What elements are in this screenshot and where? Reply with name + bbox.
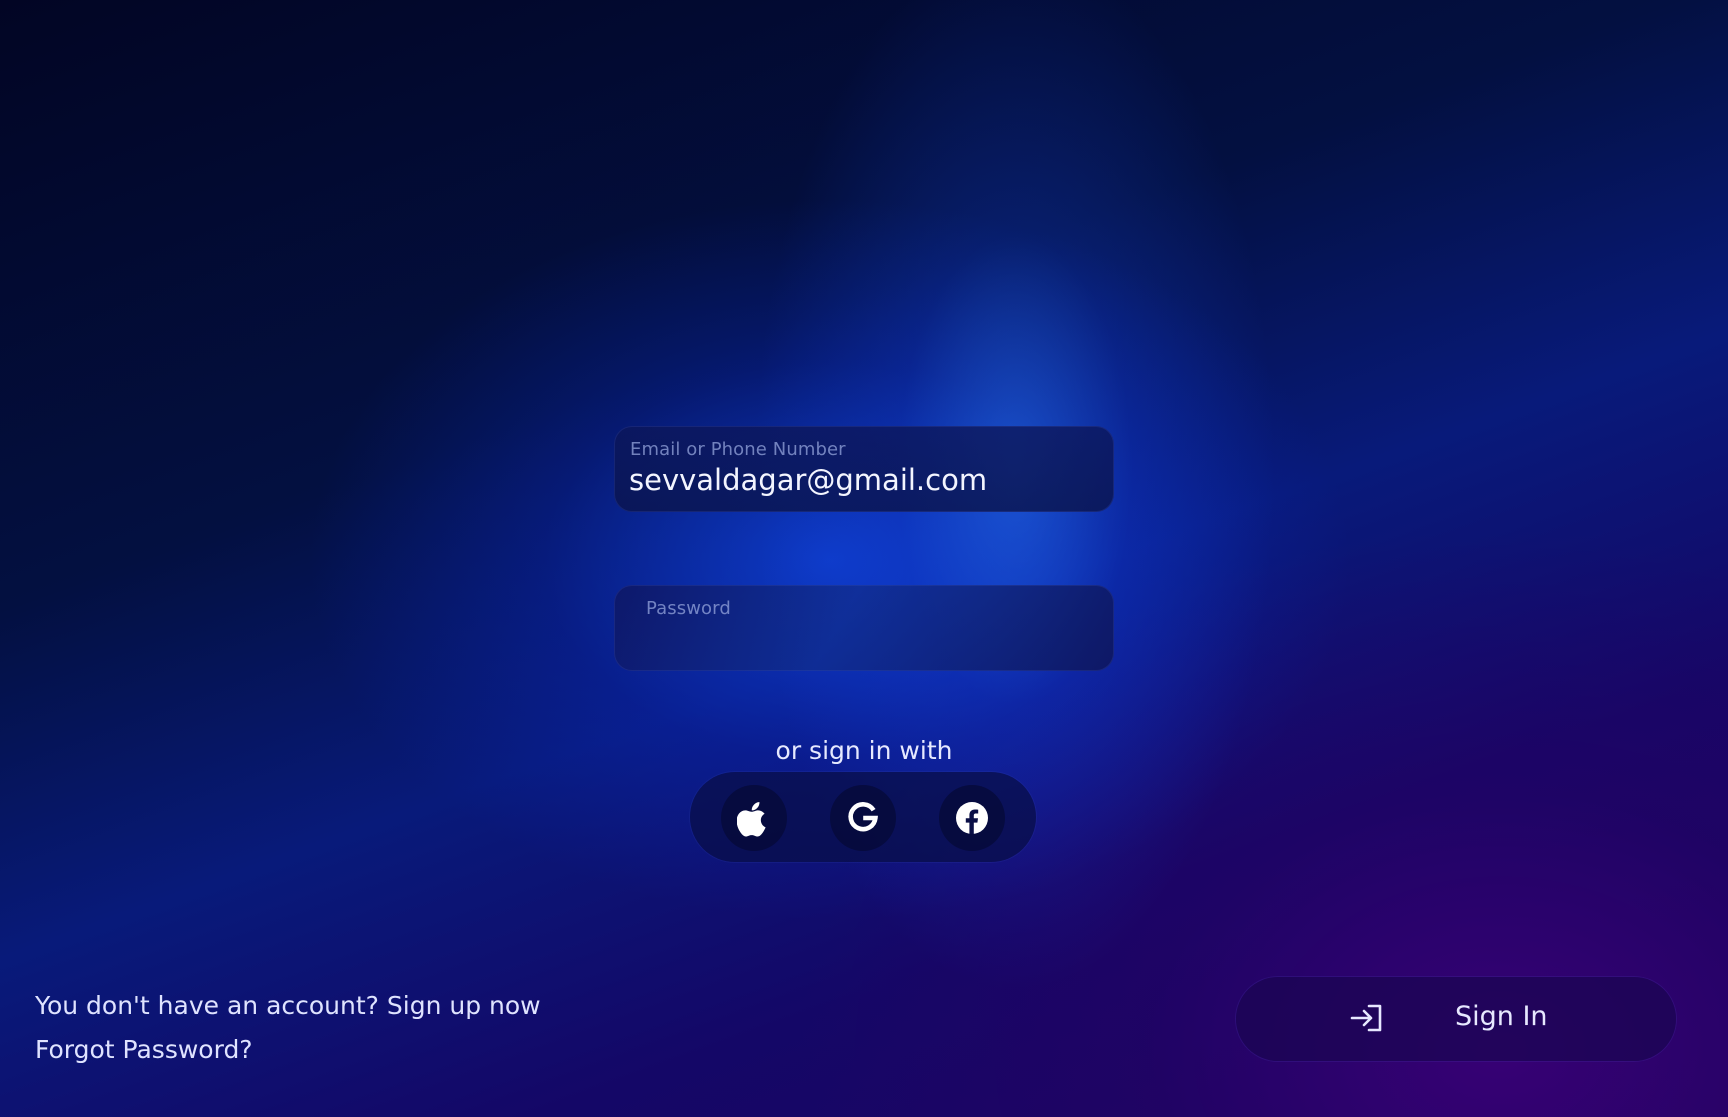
signup-link[interactable]: You don't have an account? Sign up now [35,984,541,1028]
email-field-label: Email or Phone Number [630,439,846,460]
facebook-icon [955,801,989,835]
social-signin-caption: or sign in with [775,736,953,765]
sign-in-button[interactable]: Sign In [1236,977,1676,1061]
sign-in-label: Sign In [1455,1001,1548,1032]
login-arrow-icon [1350,1003,1384,1037]
password-field[interactable]: Password [614,585,1114,671]
facebook-signin-button[interactable] [939,785,1005,851]
google-signin-button[interactable] [830,785,896,851]
apple-signin-button[interactable] [721,785,787,851]
forgot-password-link[interactable]: Forgot Password? [35,1028,541,1072]
email-field[interactable]: Email or Phone Number [614,426,1114,512]
apple-icon [737,799,771,837]
email-input[interactable] [629,460,1089,500]
password-input[interactable] [629,619,1089,659]
login-page: Email or Phone Number Password or sign i… [0,0,1728,1117]
password-field-label: Password [646,598,731,619]
footer-links: You don't have an account? Sign up now F… [35,984,541,1072]
google-icon [846,801,880,835]
social-signin-bar [690,772,1036,862]
